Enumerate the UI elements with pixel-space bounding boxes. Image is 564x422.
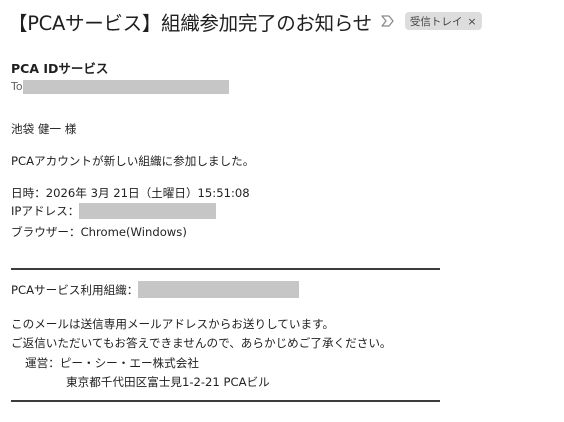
sender-name[interactable]: PCA IDサービス bbox=[11, 58, 108, 77]
ip-address-label: IPアドレス： bbox=[11, 204, 80, 218]
organization-label: PCAサービス利用組織： bbox=[11, 282, 139, 297]
organization-redacted bbox=[138, 281, 300, 298]
organization-row: PCAサービス利用組織： bbox=[11, 281, 300, 298]
recipient-redacted[interactable] bbox=[22, 79, 229, 94]
to-label: To bbox=[11, 80, 23, 93]
address-line: 東京都千代田区富士見1-2-21 PCAビル bbox=[66, 375, 270, 389]
message-text: PCAアカウントが新しい組織に参加しました。 bbox=[11, 154, 255, 168]
ip-address-redacted bbox=[79, 203, 217, 219]
importance-marker-icon[interactable] bbox=[381, 15, 395, 27]
inbox-label-text: 受信トレイ bbox=[409, 15, 463, 28]
inbox-label-chip: 受信トレイ × bbox=[404, 12, 482, 30]
subject-row: 【PCAサービス】組織参加完了のお知らせ 受信トレイ × bbox=[8, 6, 556, 36]
browser-text: ブラウザー：Chrome(Windows) bbox=[11, 225, 187, 239]
divider-bottom bbox=[11, 400, 440, 402]
recipient-row: To bbox=[11, 79, 229, 94]
greeting: 池袋 健一 様 bbox=[11, 122, 77, 136]
datetime-text: 日時：2026年 3月 21日（土曜日）15:51:08 bbox=[11, 186, 250, 200]
notice-line-2: ご返信いただいてもお答えできませんので、あらかじめご了承ください。 bbox=[11, 336, 392, 350]
remove-label-button[interactable]: × bbox=[467, 15, 476, 28]
divider-top bbox=[11, 268, 440, 270]
ip-address-row: IPアドレス： bbox=[11, 203, 217, 219]
email-subject: 【PCAサービス】組織参加完了のお知らせ bbox=[8, 11, 372, 35]
operator-line: 運営：ピー・シー・エー株式会社 bbox=[25, 356, 199, 370]
notice-line-1: このメールは送信専用メールアドレスからお送りしています。 bbox=[11, 317, 335, 331]
